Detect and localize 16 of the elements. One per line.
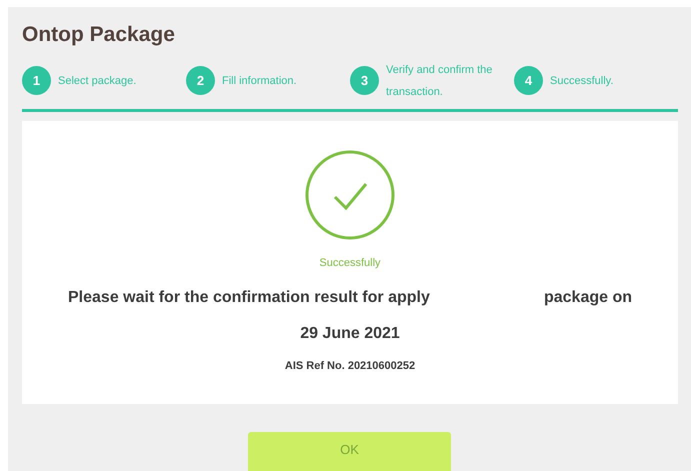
step-number: 1 [22, 66, 51, 95]
step-number: 3 [350, 66, 379, 95]
reference-number: AIS Ref No. 20210600252 [284, 358, 416, 374]
step-number: 2 [186, 66, 215, 95]
message-text: Please wait for the confirmation result for apply [68, 288, 430, 308]
step-label: Successfully. [550, 74, 614, 88]
check-circle-icon [304, 149, 396, 242]
step-label: Select package. [58, 74, 138, 88]
page-title: Ontop Package [22, 22, 175, 48]
ok-button[interactable]: OK [248, 432, 451, 471]
message-text: package on [544, 288, 632, 308]
date-text: 29 June 2021 [300, 324, 400, 344]
step-label: Fill information. [222, 74, 298, 88]
step-number: 4 [514, 66, 543, 95]
step-label: Verify and confirm the transaction. [386, 62, 494, 100]
status-text: Successfully [319, 256, 381, 272]
